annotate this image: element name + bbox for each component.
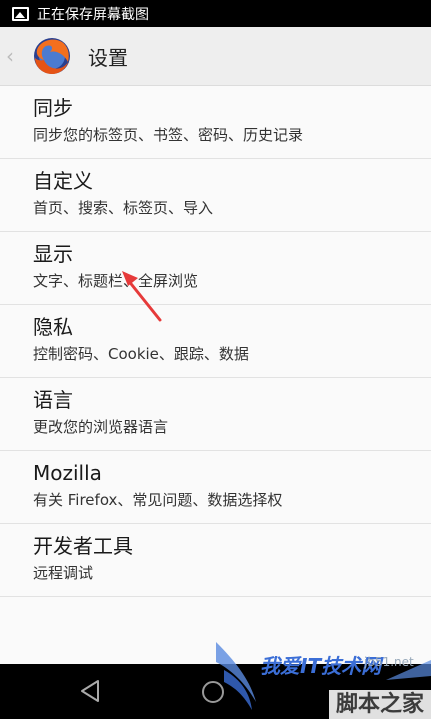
nav-back-icon[interactable] (78, 678, 104, 704)
item-summary: 有关 Firefox、常见问题、数据选择权 (33, 491, 283, 509)
app-title: 设置 (88, 45, 128, 70)
item-title: 自定义 (33, 169, 93, 193)
item-summary: 首页、搜索、标签页、导入 (33, 199, 214, 217)
item-summary: 文字、标题栏、全屏浏览 (33, 272, 199, 290)
settings-item-display[interactable]: 显示 文字、标题栏、全屏浏览 (0, 232, 431, 305)
item-title: 同步 (33, 96, 73, 120)
status-text: 正在保存屏幕截图 (37, 6, 149, 23)
item-summary: 同步您的标签页、书签、密码、历史记录 (33, 126, 304, 144)
settings-item-customize[interactable]: 自定义 首页、搜索、标签页、导入 (0, 159, 431, 232)
screenshot-icon (12, 6, 29, 21)
settings-item-mozilla[interactable]: Mozilla 有关 Firefox、常见问题、数据选择权 (0, 451, 431, 524)
settings-item-privacy[interactable]: 隐私 控制密码、Cookie、跟踪、数据 (0, 305, 431, 378)
status-bar: 正在保存屏幕截图 (0, 0, 431, 27)
item-summary: 更改您的浏览器语言 (33, 418, 169, 436)
item-title: 语言 (33, 388, 73, 412)
watermark: 我爱IT技术网 jb51.net 脚本之家 (216, 640, 431, 719)
item-summary: 远程调试 (33, 564, 94, 582)
settings-item-language[interactable]: 语言 更改您的浏览器语言 (0, 378, 431, 451)
watermark-url: jb51.net (364, 655, 414, 669)
item-title: 显示 (33, 242, 73, 266)
app-bar: ‹ 设置 (0, 27, 431, 86)
item-title: 隐私 (33, 315, 73, 339)
item-title: 开发者工具 (33, 534, 133, 558)
back-chevron-icon[interactable]: ‹ (6, 44, 22, 68)
annotation-arrow-icon (122, 271, 162, 322)
item-title: Mozilla (33, 461, 102, 485)
item-summary: 控制密码、Cookie、跟踪、数据 (33, 345, 249, 363)
settings-list: 同步 同步您的标签页、书签、密码、历史记录 自定义 首页、搜索、标签页、导入 显… (0, 86, 431, 597)
settings-item-developer-tools[interactable]: 开发者工具 远程调试 (0, 524, 431, 597)
settings-item-sync[interactable]: 同步 同步您的标签页、书签、密码、历史记录 (0, 86, 431, 159)
watermark-brand: 我爱IT技术网 (260, 654, 382, 678)
firefox-logo-icon[interactable] (32, 36, 72, 76)
watermark-site: 脚本之家 (335, 692, 424, 717)
